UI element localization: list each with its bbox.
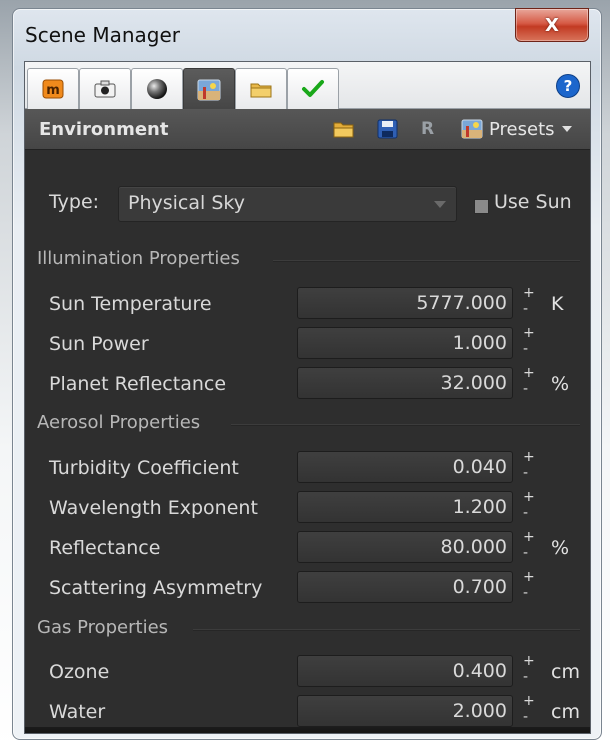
tab-bar: m ? [25,62,590,110]
ozone-unit: cm [551,661,580,683]
water-label: Water [49,701,106,723]
spin-up-icon[interactable]: + [523,366,535,380]
reflectance-field[interactable]: 80.000 [297,531,513,563]
spin-down-icon[interactable]: - [523,710,528,724]
section-title: Environment [39,119,169,140]
spin-up-icon[interactable]: + [523,490,535,504]
scattering-asymmetry-field[interactable]: 0.700 [297,571,513,603]
turbidity-coefficient-spinner[interactable]: + - [523,450,535,482]
turbidity-coefficient-field[interactable]: 0.040 [297,451,513,483]
sun-temperature-spinner[interactable]: + - [523,286,535,318]
tab-sphere[interactable] [131,68,183,109]
ozone-field[interactable]: 0.400 [297,655,513,687]
scene-manager-window: Scene Manager X m ? Environment R Preset… [12,8,602,740]
tab-camera[interactable] [79,68,131,109]
open-folder-icon[interactable] [333,119,355,139]
chevron-down-icon [434,201,446,208]
group-divider [193,629,580,631]
sun-temperature-field[interactable]: 5777.000 [297,287,513,319]
spin-up-icon[interactable]: + [523,450,535,464]
spin-up-icon[interactable]: + [523,530,535,544]
spin-down-icon[interactable]: - [523,506,528,520]
tab-folder[interactable] [235,68,287,109]
presets-dropdown[interactable]: Presets [461,117,573,141]
ozone-spinner[interactable]: + - [523,654,535,686]
sun-power-spinner[interactable]: + - [523,326,535,358]
spin-down-icon[interactable]: - [523,382,528,396]
water-spinner[interactable]: + - [523,694,535,726]
spin-down-icon[interactable]: - [523,466,528,480]
properties-panel: Type: Physical Sky Use Sun Illumination … [25,150,590,733]
spin-up-icon[interactable]: + [523,654,535,668]
spin-down-icon[interactable]: - [523,302,528,316]
window-title: Scene Manager [25,23,180,47]
spin-down-icon[interactable]: - [523,342,528,356]
save-icon[interactable] [377,119,399,139]
svg-text:m: m [46,83,60,98]
planet-reflectance-spinner[interactable]: + - [523,366,535,398]
tab-check[interactable] [287,68,339,109]
wavelength-exponent-field[interactable]: 1.200 [297,491,513,523]
material-icon: m [42,79,64,99]
group-gas-title: Gas Properties [37,617,169,638]
chevron-down-icon [561,126,572,132]
spin-up-icon[interactable]: + [523,570,535,584]
type-label: Type: [49,191,100,213]
water-unit: cm [551,701,580,723]
tab-environment[interactable] [183,68,235,110]
type-select[interactable]: Physical Sky [118,186,457,222]
help-icon[interactable]: ? [556,74,580,98]
spin-up-icon[interactable]: + [523,694,535,708]
scattering-asymmetry-label: Scattering Asymmetry [49,577,263,599]
planet-reflectance-unit: % [551,373,570,395]
title-bar[interactable]: Scene Manager X [13,8,601,59]
use-sun-label: Use Sun [494,191,572,213]
planet-reflectance-field[interactable]: 32.000 [297,367,513,399]
sun-power-field[interactable]: 1.000 [297,327,513,359]
reflectance-unit: % [551,537,570,559]
use-sun-checkbox[interactable] [474,199,489,214]
client-area: m ? Environment R Presets Type: Physical… [24,61,591,734]
spin-down-icon[interactable]: - [523,670,528,684]
wavelength-exponent-label: Wavelength Exponent [49,497,258,519]
close-icon: X [545,14,559,36]
turbidity-coefficient-label: Turbidity Coefficient [49,457,239,479]
group-aerosol-title: Aerosol Properties [37,412,201,433]
spin-up-icon[interactable]: + [523,286,535,300]
tab-material[interactable]: m [27,68,79,109]
scattering-asymmetry-spinner[interactable]: + - [523,570,535,602]
group-divider [231,424,580,426]
reset-button[interactable]: R [421,119,434,139]
ozone-label: Ozone [49,661,110,683]
sun-temperature-label: Sun Temperature [49,293,212,315]
presets-label: Presets [489,118,555,140]
planet-reflectance-label: Planet Reflectance [49,373,227,395]
camera-icon [94,80,116,98]
sphere-icon [147,79,167,99]
reflectance-label: Reflectance [49,537,161,559]
presets-icon [461,119,483,139]
folder-icon [250,83,272,98]
group-illumination-title: Illumination Properties [37,248,240,269]
spin-up-icon[interactable]: + [523,326,535,340]
environment-icon [197,79,221,100]
group-divider [273,260,580,262]
water-field[interactable]: 2.000 [297,695,513,727]
spin-down-icon[interactable]: - [523,546,528,560]
type-select-value: Physical Sky [128,192,245,214]
sun-temperature-unit: K [551,293,564,315]
wavelength-exponent-spinner[interactable]: + - [523,490,535,522]
sun-power-label: Sun Power [49,333,149,355]
environment-toolbar: Environment R Presets [25,109,590,150]
spin-down-icon[interactable]: - [523,586,528,600]
reflectance-spinner[interactable]: + - [523,530,535,562]
bottom-edge [25,727,590,733]
close-button[interactable]: X [515,8,589,42]
checkmark-icon [302,80,324,97]
